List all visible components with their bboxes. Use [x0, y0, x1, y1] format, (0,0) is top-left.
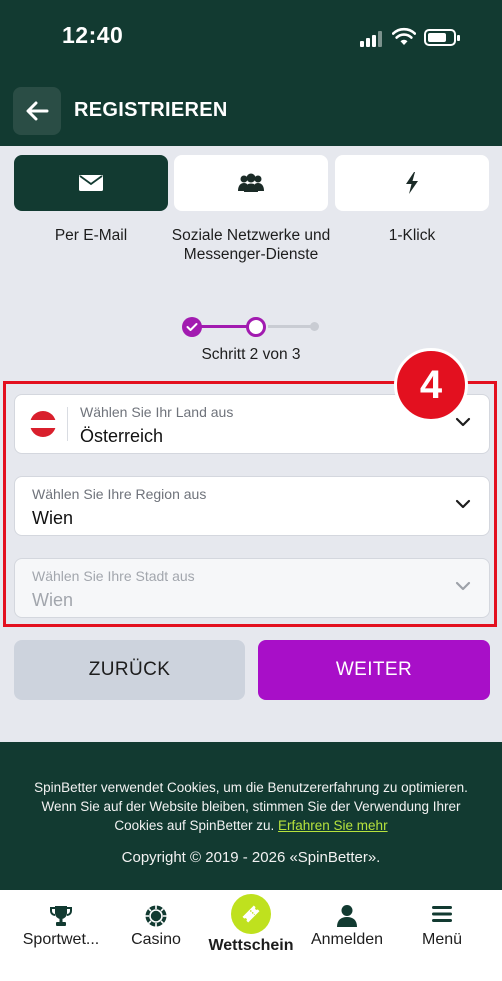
step-line-pending [268, 325, 312, 328]
chip-icon [145, 905, 167, 927]
step-2-current [246, 317, 266, 337]
wifi-icon [392, 27, 416, 45]
betslip-icon-circle [231, 894, 271, 934]
method-label-email: Per E-Mail [54, 227, 128, 244]
method-tab-social[interactable] [174, 155, 328, 211]
method-tab-email[interactable] [14, 155, 168, 211]
nav-label-casino: Casino [131, 931, 181, 948]
user-icon [337, 905, 357, 927]
nav-item-login[interactable]: Anmelden [300, 890, 394, 981]
cookie-notice: SpinBetter verwendet Cookies, um die Ben… [20, 778, 482, 835]
bottom-navigation: Sportwet... Casino Wettschein Anmelden M… [0, 890, 502, 981]
annotation-step-badge: 4 [394, 348, 468, 422]
step-3-pending [310, 322, 319, 331]
cookie-notice-text: SpinBetter verwendet Cookies, um die Ben… [34, 780, 468, 833]
nav-item-casino[interactable]: Casino [110, 890, 202, 981]
nav-item-sports[interactable]: Sportwet... [6, 890, 116, 981]
users-icon [238, 173, 264, 192]
nav-label-login: Anmelden [310, 931, 384, 948]
nav-item-betslip[interactable]: Wettschein [200, 890, 302, 981]
step-progress [182, 316, 322, 338]
lightning-icon [406, 172, 418, 194]
method-label-oneclick: 1-Klick [388, 227, 436, 244]
next-step-button[interactable]: WEITER [258, 640, 490, 700]
ticket-icon [242, 905, 260, 923]
nav-label-betslip: Wettschein [208, 937, 294, 954]
trophy-icon [50, 906, 72, 926]
page-header: REGISTRIEREN [0, 80, 502, 146]
step-1-complete [182, 317, 202, 337]
status-bar: 12:40 [0, 0, 502, 80]
envelope-icon [79, 175, 103, 191]
cookie-learn-more-link[interactable]: Erfahren Sie mehr [278, 818, 388, 833]
nav-label-menu: Menü [421, 931, 463, 948]
checkmark-icon [186, 323, 198, 331]
method-label-social: Soziale Netzwerke und Messenger-Dienste [171, 227, 331, 263]
site-footer: SpinBetter verwendet Cookies, um die Ben… [0, 742, 502, 890]
nav-item-menu[interactable]: Menü [396, 890, 488, 981]
cellular-signal-icon [360, 31, 384, 47]
arrow-left-icon [26, 101, 49, 121]
menu-icon [432, 906, 452, 922]
page-title: REGISTRIEREN [74, 99, 228, 121]
copyright-text: Copyright © 2019 - 2026 «SpinBetter». [121, 849, 381, 866]
status-time: 12:40 [62, 22, 124, 48]
back-step-button[interactable]: ZURÜCK [14, 640, 245, 700]
nav-label-sports: Sportwet... [22, 931, 100, 948]
back-button[interactable] [13, 87, 61, 135]
method-tab-oneclick[interactable] [335, 155, 489, 211]
battery-icon [424, 29, 460, 46]
